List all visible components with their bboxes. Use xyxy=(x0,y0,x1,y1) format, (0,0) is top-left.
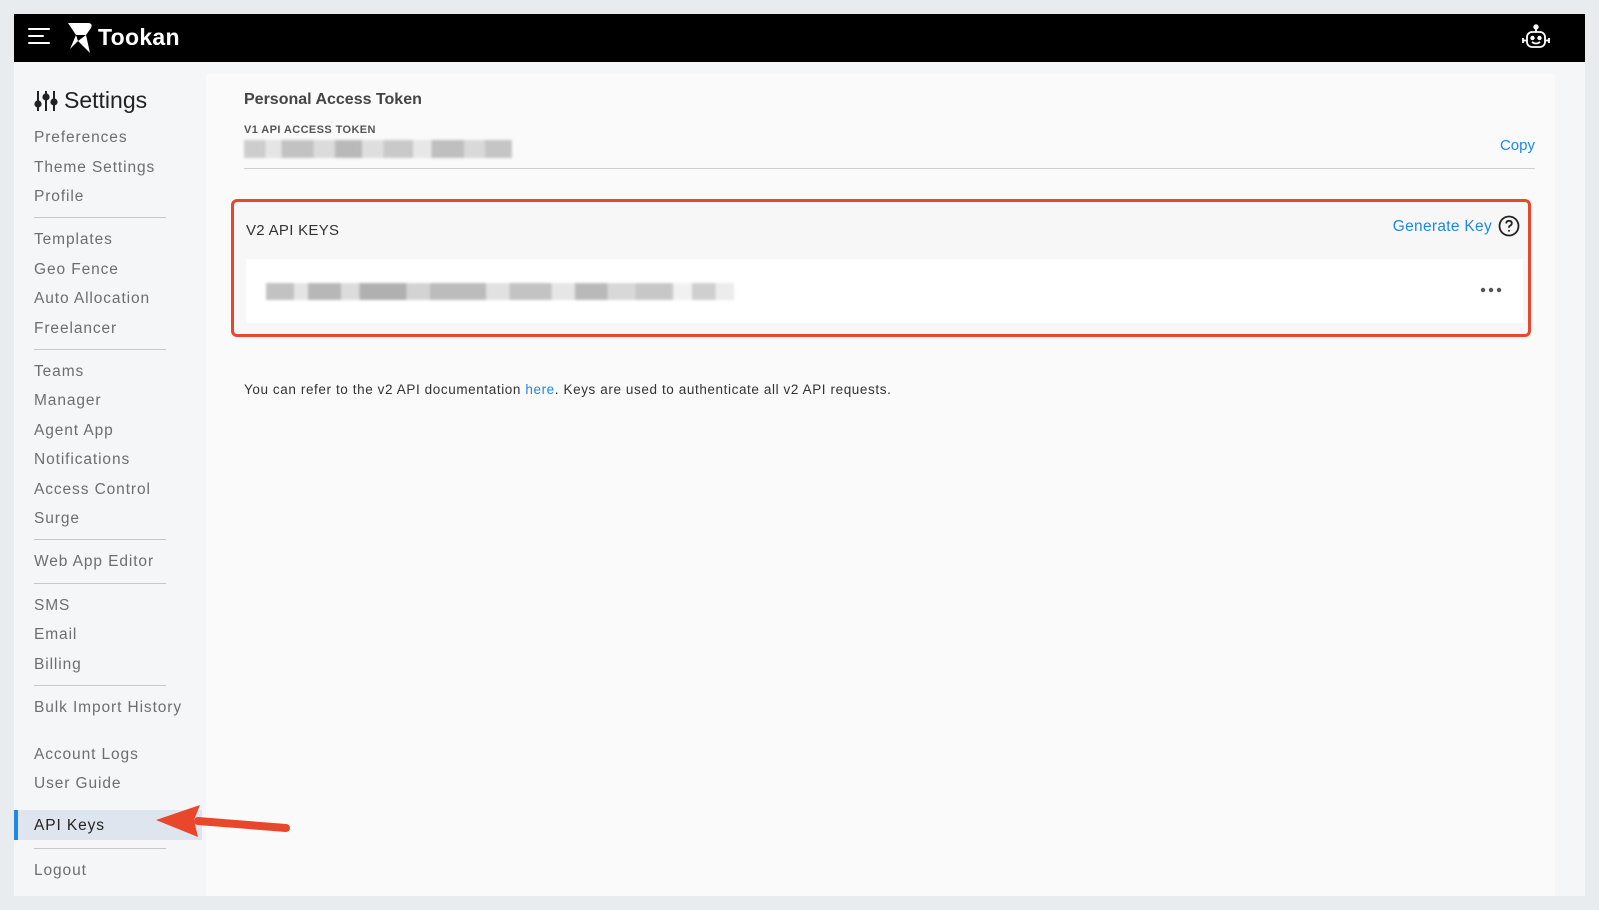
brand-name: Tookan xyxy=(98,24,180,50)
api-key-row xyxy=(246,259,1523,323)
tookan-logo-icon xyxy=(68,23,92,53)
sidebar-item-notifications[interactable]: Notifications xyxy=(34,451,184,468)
hamburger-icon[interactable] xyxy=(28,28,52,48)
generate-key-button[interactable]: Generate Key xyxy=(1393,218,1492,236)
sidebar-item-manager[interactable]: Manager xyxy=(34,392,184,409)
main-content: Personal Access Token V1 API ACCESS TOKE… xyxy=(206,74,1555,896)
sidebar-divider xyxy=(34,217,166,218)
sidebar-item-billing[interactable]: Billing xyxy=(34,656,184,673)
copy-token-button[interactable]: Copy xyxy=(1500,137,1535,154)
v2-documentation-note: You can refer to the v2 API documentatio… xyxy=(244,382,891,397)
top-bar: Tookan xyxy=(14,14,1585,62)
sidebar-item-agent-app[interactable]: Agent App xyxy=(34,422,184,439)
sidebar-item-account-logs[interactable]: Account Logs xyxy=(34,746,184,763)
red-arrow-icon xyxy=(156,805,290,837)
robot-icon[interactable] xyxy=(1521,24,1551,52)
sidebar-item-bulk-import-history[interactable]: Bulk Import History xyxy=(34,699,184,716)
sidebar-divider xyxy=(34,848,166,849)
token-underline xyxy=(244,168,1535,169)
sidebar-item-auto-allocation[interactable]: Auto Allocation xyxy=(34,290,184,307)
sidebar-item-web-app-editor[interactable]: Web App Editor xyxy=(34,553,184,570)
v2-api-keys-title: V2 API KEYS xyxy=(246,222,340,239)
question-circle-icon[interactable] xyxy=(1498,215,1520,237)
sidebar-item-theme-settings[interactable]: Theme Settings xyxy=(34,159,184,176)
sidebar-item-sms[interactable]: SMS xyxy=(34,597,184,614)
sidebar-item-templates[interactable]: Templates xyxy=(34,231,184,248)
sidebar-item-access-control[interactable]: Access Control xyxy=(34,481,184,498)
v1-token-value-redacted xyxy=(244,140,512,158)
sidebar-divider xyxy=(34,539,166,540)
v2-api-keys-section: V2 API KEYS Generate Key xyxy=(231,199,1531,337)
settings-header: Settings xyxy=(34,87,147,114)
sidebar-item-logout[interactable]: Logout xyxy=(34,862,184,879)
sidebar-item-user-guide[interactable]: User Guide xyxy=(34,775,184,792)
sidebar-item-geo-fence[interactable]: Geo Fence xyxy=(34,261,184,278)
app-frame: Tookan Settings Preferences Theme Settin… xyxy=(14,14,1585,896)
api-key-value-redacted xyxy=(266,283,734,300)
settings-sidebar: Settings Preferences Theme Settings Prof… xyxy=(14,74,202,896)
sidebar-item-surge[interactable]: Surge xyxy=(34,510,184,527)
doc-text-after: . Keys are used to authenticate all v2 A… xyxy=(554,382,892,397)
doc-text-before: You can refer to the v2 API documentatio… xyxy=(244,382,526,397)
personal-access-token-title: Personal Access Token xyxy=(244,91,422,108)
sidebar-item-email[interactable]: Email xyxy=(34,626,184,643)
sidebar-item-teams[interactable]: Teams xyxy=(34,363,184,380)
sidebar-divider xyxy=(34,583,166,584)
v1-token-label: V1 API ACCESS TOKEN xyxy=(244,124,376,136)
sidebar-item-freelancer[interactable]: Freelancer xyxy=(34,320,184,337)
sidebar-divider xyxy=(34,349,166,350)
sidebar-item-profile[interactable]: Profile xyxy=(34,188,184,205)
settings-title: Settings xyxy=(64,87,148,113)
documentation-link[interactable]: here xyxy=(525,382,554,397)
sliders-icon xyxy=(34,90,58,111)
sidebar-item-preferences[interactable]: Preferences xyxy=(34,129,184,146)
sidebar-divider xyxy=(34,685,166,686)
ellipsis-icon[interactable] xyxy=(1479,284,1503,296)
